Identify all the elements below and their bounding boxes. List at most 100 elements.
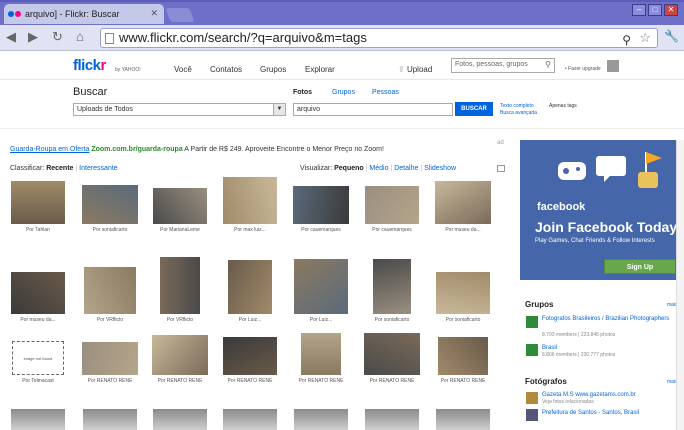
photo-thumbnail[interactable] [294, 259, 348, 314]
scrollbar[interactable] [676, 140, 684, 430]
group-meta: 8.806 members | 230.777 photos [542, 352, 616, 358]
photo-owner-caption[interactable]: Por Luiz... [215, 317, 285, 323]
nav-grupos[interactable]: Grupos [260, 65, 286, 74]
photo-thumbnail[interactable] [435, 181, 491, 224]
photo-owner-caption[interactable]: Por RENATO RENE [357, 378, 427, 384]
nav-voce[interactable]: Você [174, 65, 192, 74]
person-name[interactable]: Gazeta M.S www.gazetams.com.br [542, 391, 636, 399]
reload-icon[interactable]: ↻ [52, 30, 63, 44]
photo-thumbnail[interactable] [160, 257, 200, 314]
photo-thumbnail[interactable] [11, 409, 65, 430]
photo-thumbnail[interactable]: image not found [12, 341, 64, 375]
search-icon[interactable]: ⚲ [622, 31, 631, 49]
avatar[interactable] [607, 60, 619, 72]
ad-link-zoom[interactable]: Zoom.com.br/guarda-roupa [91, 146, 182, 153]
photo-owner-caption[interactable]: Por RENATO RENE [75, 378, 145, 384]
photo-thumbnail[interactable] [152, 335, 208, 375]
back-icon[interactable]: ◀ [6, 30, 16, 44]
view-slideshow[interactable]: Slideshow [424, 165, 456, 172]
sort-interessante[interactable]: Interessante [79, 165, 118, 172]
sign-up-button[interactable]: Sign Up [604, 259, 676, 274]
person-name[interactable]: Prefeitura de Santos - Santos, Brasil [542, 409, 639, 417]
photo-owner-caption[interactable]: Por RENATO RENE [286, 378, 356, 384]
person-meta: Veja fotos relacionadas [542, 399, 594, 405]
bookmark-star-icon[interactable]: ☆ [639, 29, 651, 47]
photo-owner-caption[interactable]: Por soniaficarto [75, 227, 145, 233]
photo-thumbnail[interactable] [223, 177, 277, 224]
photo-owner-caption[interactable]: Por Luiz... [286, 317, 356, 323]
photo-thumbnail[interactable] [83, 409, 137, 430]
header-search-input[interactable]: Fotos, pessoas, grupos ⚲ [451, 58, 555, 73]
photo-owner-caption[interactable]: Por museu da... [428, 227, 498, 233]
photo-thumbnail[interactable] [301, 333, 341, 375]
photo-thumbnail[interactable] [11, 181, 65, 224]
photo-owner-caption[interactable]: Por Tahlan [3, 227, 73, 233]
search-type-fotos[interactable]: Fotos [293, 89, 312, 96]
browser-tab[interactable]: arquivo] - Flickr: Buscar ✕ [4, 4, 164, 24]
nav-explorar[interactable]: Explorar [305, 65, 335, 74]
photo-thumbnail[interactable] [153, 409, 207, 430]
photo-thumbnail[interactable] [11, 272, 65, 314]
photo-thumbnail[interactable] [223, 337, 277, 375]
ad-link-guarda-roupa[interactable]: Guarda-Roupa em Oferta [10, 146, 89, 153]
photo-thumbnail[interactable] [373, 259, 411, 314]
photo-owner-caption[interactable]: Por RENATO RENE [215, 378, 285, 384]
search-type-grupos[interactable]: Grupos [332, 89, 355, 96]
photo-owner-caption[interactable]: Por MarianaLeme [145, 227, 215, 233]
tab-close-icon[interactable]: ✕ [150, 8, 158, 19]
home-icon[interactable]: ⌂ [76, 30, 84, 44]
photo-owner-caption[interactable]: Por museu da... [3, 317, 73, 323]
group-name[interactable]: Fotografos Brasileiros / Brazilian Photo… [542, 315, 672, 323]
upload-link[interactable]: ⇪ Upload [398, 65, 432, 74]
photo-thumbnail[interactable] [153, 188, 207, 224]
photo-thumbnail[interactable] [82, 342, 138, 375]
slideshow-icon[interactable] [497, 165, 505, 172]
view-medio[interactable]: Médio [369, 165, 388, 172]
new-tab-button[interactable] [165, 8, 195, 22]
photo-thumbnail[interactable] [364, 333, 420, 375]
photo-thumbnail[interactable] [365, 186, 419, 224]
wrench-icon[interactable]: 🔧 [664, 29, 679, 43]
close-window-icon[interactable]: ✕ [664, 4, 678, 16]
minimize-icon[interactable]: – [632, 4, 646, 16]
photo-owner-caption[interactable]: Por VRflicto [75, 317, 145, 323]
view-pequeno[interactable]: Pequeno [334, 165, 364, 172]
photo-owner-caption[interactable]: Por cauemarques [357, 227, 427, 233]
photo-owner-caption[interactable]: Por RENATO RENE [145, 378, 215, 384]
nav-contatos[interactable]: Contatos [210, 65, 242, 74]
photo-owner-caption[interactable]: Por RENATO RENE [428, 378, 498, 384]
facebook-ad-illustration [558, 152, 662, 188]
photo-thumbnail[interactable] [436, 272, 490, 314]
photo-owner-caption[interactable]: Por max luiz... [215, 227, 285, 233]
group-name[interactable]: Brasil [542, 344, 557, 352]
flickr-logo[interactable]: flickr [73, 57, 106, 74]
sort-recente[interactable]: Recente [46, 165, 73, 172]
photo-owner-caption[interactable]: Por soniaficarto [357, 317, 427, 323]
texto-completo-link[interactable]: Texto completo [500, 103, 534, 109]
photo-thumbnail[interactable] [438, 337, 488, 375]
photo-thumbnail[interactable] [436, 409, 490, 430]
photo-thumbnail[interactable] [223, 409, 277, 430]
photo-thumbnail[interactable] [294, 409, 348, 430]
photo-owner-caption[interactable]: Por cauemarques [286, 227, 356, 233]
search-type-pessoas[interactable]: Pessoas [372, 89, 399, 96]
photo-thumbnail[interactable] [82, 185, 138, 224]
search-input[interactable]: arquivo [293, 103, 453, 116]
ad-marker: ad [497, 140, 504, 146]
photo-owner-caption[interactable]: Por Telmacast [3, 378, 73, 384]
photo-thumbnail[interactable] [293, 186, 349, 224]
photo-owner-caption[interactable]: Por soniaficarto [428, 317, 498, 323]
photo-thumbnail[interactable] [84, 267, 136, 314]
address-bar[interactable]: www.flickr.com/search/?q=arquivo&m=tags … [100, 28, 658, 48]
buscar-button[interactable]: BUSCAR [455, 102, 493, 116]
maximize-icon[interactable]: □ [648, 4, 662, 16]
forward-icon[interactable]: ▶ [28, 30, 38, 44]
photo-thumbnail[interactable] [365, 409, 419, 430]
apenas-tags-option[interactable]: Apenas tags [549, 103, 577, 109]
photo-thumbnail[interactable] [228, 260, 272, 314]
photo-owner-caption[interactable]: Por VRflicto [145, 317, 215, 323]
fazer-upgrade-link[interactable]: • Fazer upgrade [565, 66, 601, 72]
scope-select[interactable]: Uploads de Todos ▼ [73, 103, 286, 116]
view-detalhe[interactable]: Detalhe [394, 165, 418, 172]
busca-avancada-link[interactable]: Busca avançada [500, 110, 537, 116]
